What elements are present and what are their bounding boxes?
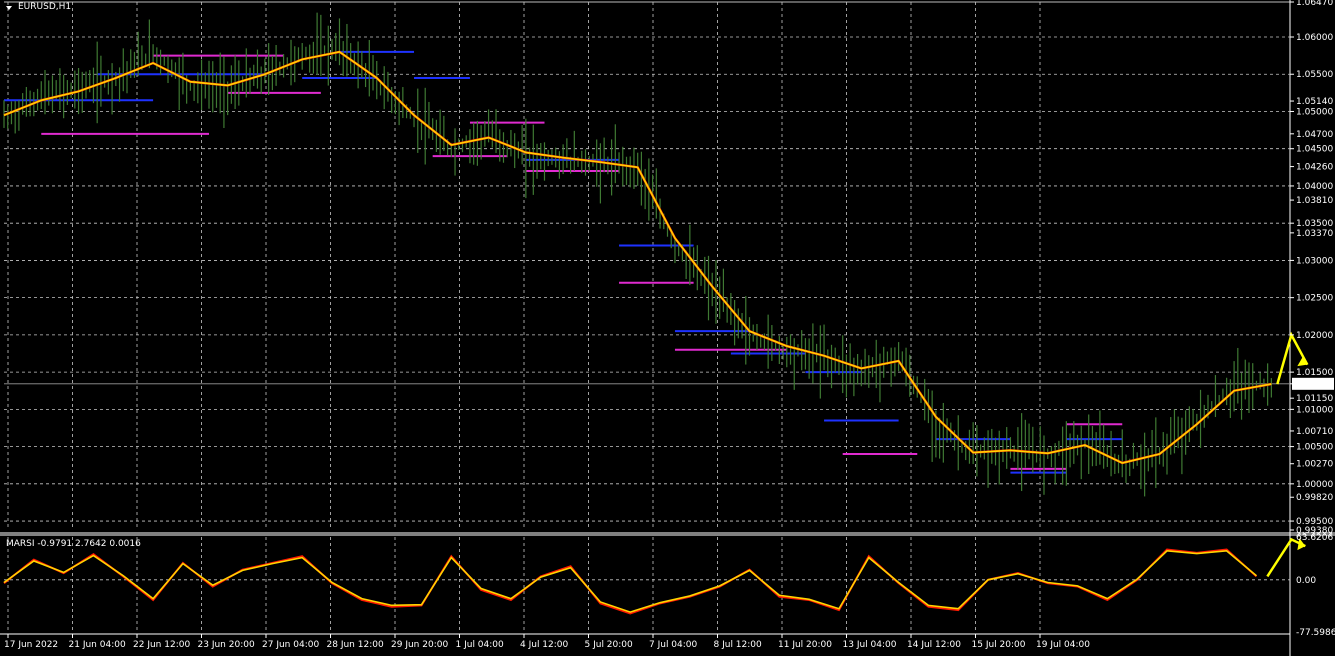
time-tick-label: 17 Jun 2022 <box>4 640 58 650</box>
time-tick-label: 7 Jul 04:00 <box>649 640 698 650</box>
indicator-tick-label: 0.00 <box>1296 576 1316 586</box>
time-tick-label: 21 Jun 04:00 <box>69 640 126 650</box>
price-tick-label: 1.01343 <box>1296 380 1333 390</box>
price-chart[interactable]: 1.06470 1.06000 1.05500 1.051401.05000 1.047… <box>0 0 1335 656</box>
time-tick-label: 1 Jul 04:00 <box>456 640 505 650</box>
price-tick-label: 1.03810 <box>1296 196 1333 206</box>
price-tick-label: 1.01000 <box>1296 405 1333 415</box>
time-tick-label: 8 Jul 12:00 <box>714 640 763 650</box>
time-tick-label: 23 Jun 20:00 <box>198 640 255 650</box>
price-tick-label: 1.02000 <box>1296 331 1333 341</box>
price-tick-label: 1.01500 <box>1296 368 1333 378</box>
price-tick-label: 1.04700 <box>1296 130 1333 140</box>
chart-title: EURUSD,H1 <box>18 2 72 12</box>
price-tick-label: 1.05500 <box>1296 70 1333 80</box>
time-tick-label: 19 Jul 04:00 <box>1036 640 1090 650</box>
price-tick-label: 1.00500 <box>1296 443 1333 453</box>
time-tick-label: 11 Jul 20:00 <box>778 640 832 650</box>
time-tick-label: 28 Jun 12:00 <box>327 640 384 650</box>
price-tick-label: 1.06470 <box>1296 0 1333 8</box>
price-tick-label: 1.00000 <box>1296 480 1333 490</box>
time-tick-label: 5 Jul 20:00 <box>585 640 634 650</box>
price-tick-label: 1.01150 <box>1296 394 1333 404</box>
time-tick-label: 14 Jul 12:00 <box>907 640 961 650</box>
price-tick-label: 1.04260 <box>1296 163 1333 173</box>
price-tick-label: 1.00270 <box>1296 460 1333 470</box>
time-tick-label: 22 Jun 12:00 <box>133 640 190 650</box>
price-tick-label: 1.05140 <box>1296 97 1333 107</box>
price-tick-label: 1.05000 <box>1296 107 1333 117</box>
indicator-tick-label: -77.5986 <box>1296 628 1335 638</box>
price-tick-label: 1.02500 <box>1296 294 1333 304</box>
price-tick-label: 1.00710 <box>1296 427 1333 437</box>
price-tick-label: 1.04500 <box>1296 145 1333 155</box>
time-tick-label: 13 Jul 04:00 <box>843 640 897 650</box>
indicator-tick-label: 63.6206 <box>1296 533 1333 543</box>
time-tick-label: 15 Jul 20:00 <box>972 640 1026 650</box>
price-tick-label: 0.99820 <box>1296 493 1333 503</box>
price-tick-label: 1.03500 <box>1296 219 1333 229</box>
price-tick-label: 1.04000 <box>1296 182 1333 192</box>
price-tick-label: 1.03000 <box>1296 256 1333 266</box>
time-tick-label: 4 Jul 12:00 <box>520 640 569 650</box>
price-tick-label: 1.03370 <box>1296 229 1333 239</box>
indicator-title: MARSI -0.9791 2.7642 0.0016 <box>6 539 141 549</box>
time-tick-label: 27 Jun 04:00 <box>262 640 319 650</box>
symbol-dropdown-icon[interactable] <box>6 6 12 10</box>
chart-background <box>0 0 1335 656</box>
time-tick-label: 29 Jun 20:00 <box>391 640 448 650</box>
price-tick-label: 1.06000 <box>1296 33 1333 43</box>
